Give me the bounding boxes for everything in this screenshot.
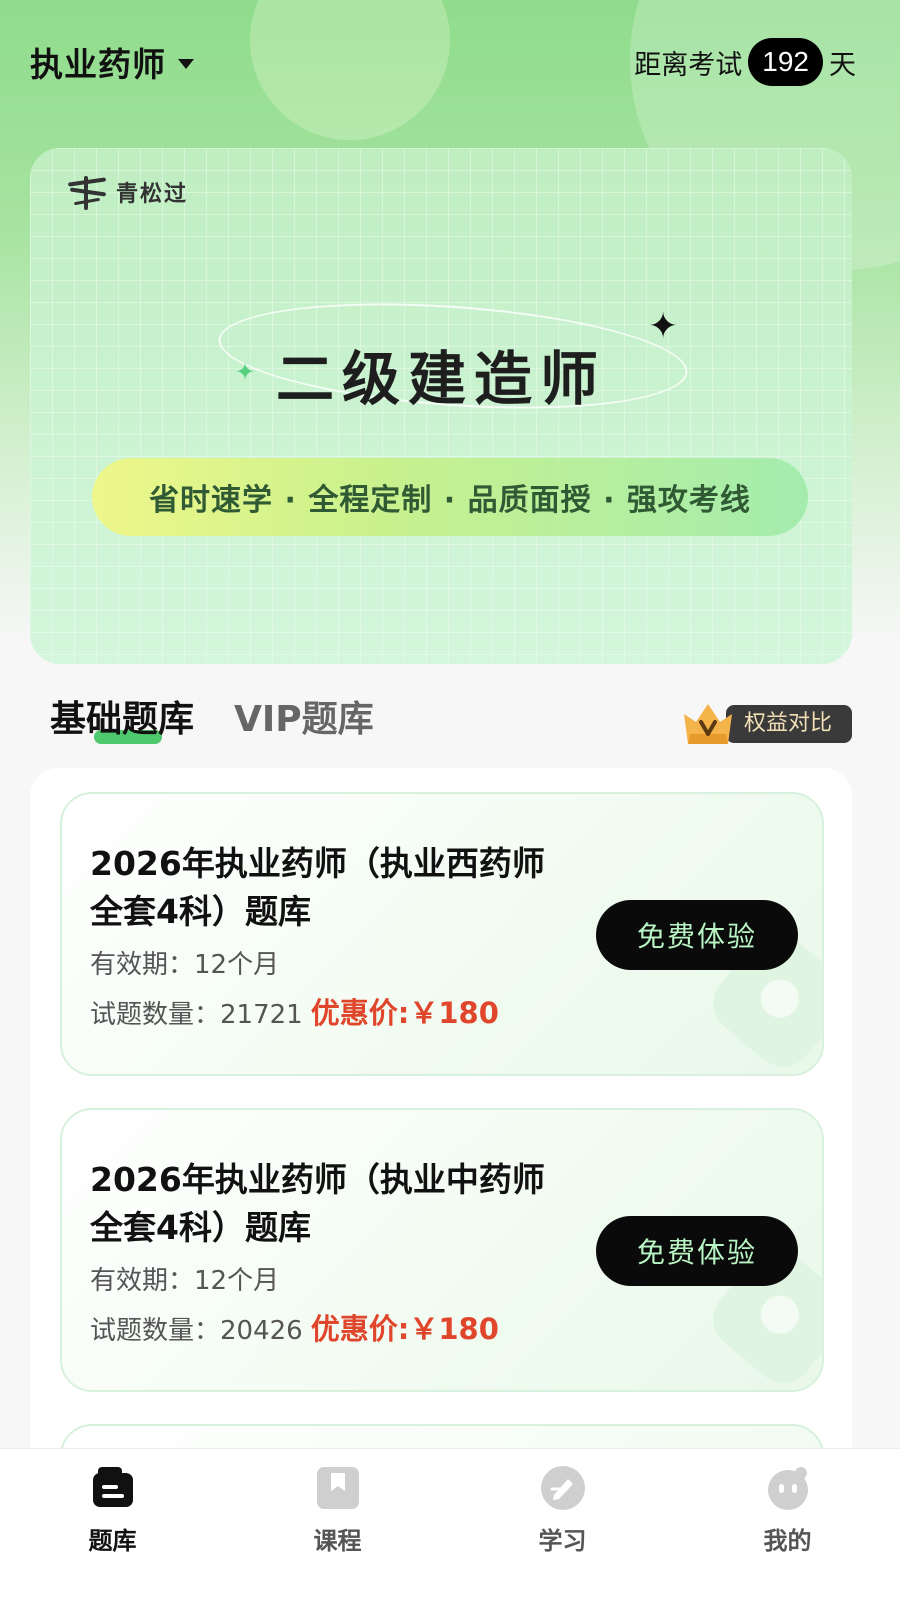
bookmark-book-icon [316,1467,359,1509]
card-count-row: 试题数量： 21721 优惠价:￥180 [90,990,499,1032]
question-count: 20426 [220,1316,303,1346]
crown-icon [683,704,732,744]
card-count-row: 试题数量： 20426 优惠价:￥180 [90,1306,499,1348]
tab-label: VIP题库 [234,699,374,740]
brand-logo: 青松过 [64,172,188,212]
exam-countdown: 距离考试 192 天 [634,38,856,86]
discount-price: 优惠价:￥180 [310,996,499,1030]
tab-label: 基础题库 [50,699,195,740]
bank-tabs: 基础题库 VIP题库 [50,690,414,750]
countdown-days: 192 [748,38,823,86]
caret-down-icon [178,59,194,69]
face-icon [767,1467,808,1510]
benefit-compare-button[interactable]: 权益对比 [680,700,852,748]
count-label: 试题数量： [90,1000,221,1030]
promo-banner[interactable]: 青松过 ✦ ✦ 二级建造师 省时速学 · 全程定制 · 品质面授 · 强攻考线 [30,148,852,664]
exam-selector[interactable]: 执业药师 [30,38,194,86]
question-count: 21721 [220,1000,303,1030]
tab-basic-bank[interactable]: 基础题库 [50,690,195,744]
pen-icon [540,1466,585,1510]
free-trial-button[interactable]: 免费体验 [596,1216,798,1286]
nav-courses[interactable]: 课程 [225,1449,450,1600]
nav-question-bank[interactable]: 题库 [0,1449,225,1600]
pine-logo-icon [64,172,110,212]
bank-card[interactable]: 2026年执业药师（执业中药师全套4科）题库 有效期：12个月 试题数量： 20… [60,1108,824,1392]
nav-label: 我的 [763,1527,812,1555]
card-title: 2026年执业药师（执业中药师全套4科）题库 [90,1160,545,1247]
countdown-suffix: 天 [829,49,856,81]
bank-card[interactable]: 2026年执业药师（执业西药师全套4科）题库 有效期：12个月 试题数量： 21… [60,792,824,1076]
card-validity: 有效期：12个月 [90,1266,280,1296]
top-header: 执业药师 距离考试 192 天 [0,0,900,120]
countdown-prefix: 距离考试 [634,49,743,81]
nav-mine[interactable]: 我的 [675,1449,900,1600]
count-label: 试题数量： [90,1316,221,1346]
nav-label: 学习 [538,1527,587,1555]
bank-list: 2026年执业药师（执业西药师全套4科）题库 有效期：12个月 试题数量： 21… [30,768,852,1504]
banner-title: 二级建造师 [275,345,606,413]
discount-price: 优惠价:￥180 [310,1312,499,1346]
tab-vip-bank[interactable]: VIP题库 [234,690,374,742]
nav-study[interactable]: 学习 [450,1449,675,1600]
card-validity: 有效期：12个月 [90,950,280,980]
exam-title: 执业药师 [30,45,166,84]
card-title: 2026年执业药师（执业西药师全套4科）题库 [90,844,545,931]
question-bank-icon [92,1467,133,1507]
free-trial-button[interactable]: 免费体验 [596,900,798,970]
bottom-nav: 题库 课程 学习 我的 [0,1448,900,1600]
banner-slogan: 省时速学 · 全程定制 · 品质面授 · 强攻考线 [92,458,808,536]
nav-label: 课程 [313,1527,362,1555]
nav-label: 题库 [88,1527,137,1555]
benefit-label: 权益对比 [725,705,852,743]
brand-name: 青松过 [116,182,189,207]
